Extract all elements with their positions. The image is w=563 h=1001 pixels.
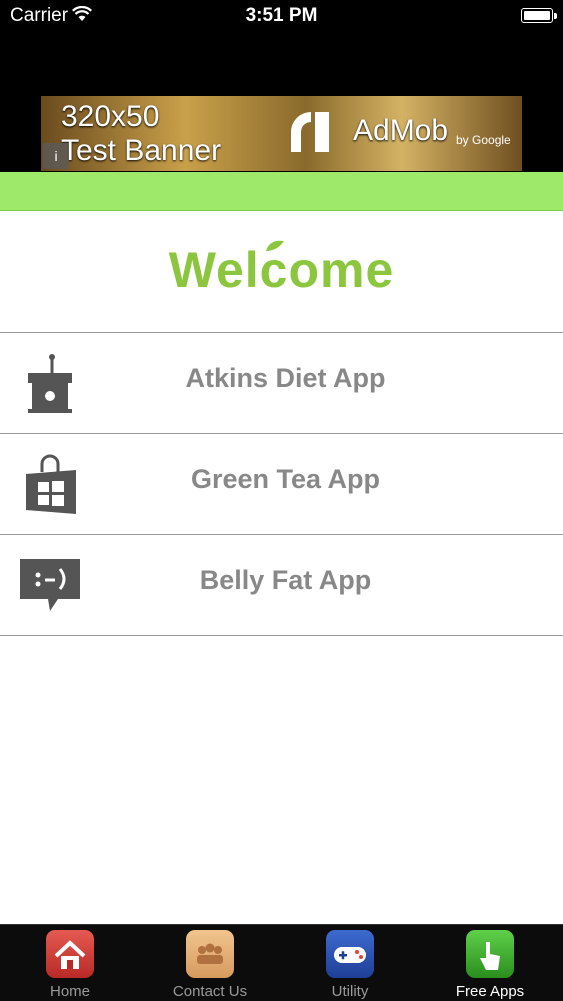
status-time: 3:51 PM	[245, 5, 318, 26]
tab-home[interactable]: Home	[0, 925, 140, 1001]
admob-brand: AdMob	[353, 114, 449, 147]
ad-test-text: Test Banner	[61, 134, 222, 167]
admob-logo-icon	[291, 112, 329, 152]
menu-item-label: Atkins Diet App	[185, 363, 386, 393]
tab-label: Home	[49, 983, 90, 1000]
ad-size-text: 320x50	[61, 100, 160, 133]
menu-item-green-tea[interactable]: Green Tea App	[0, 434, 563, 535]
menu-item-atkins-diet[interactable]: Atkins Diet App	[0, 333, 563, 434]
ad-info-glyph: i	[54, 148, 58, 164]
tab-label: Contact Us	[172, 983, 248, 1000]
admob-byline: by Google	[456, 133, 511, 147]
hand-pointer-icon	[466, 930, 514, 978]
header-accent-bar	[0, 172, 563, 211]
welcome-title: Welcome	[168, 242, 395, 298]
status-bar: Carrier 3:51 PM	[0, 0, 563, 96]
menu-item-label: Belly Fat App	[199, 565, 372, 595]
gamepad-icon	[326, 930, 374, 978]
battery-icon	[521, 8, 557, 23]
tab-free-apps[interactable]: Free Apps	[420, 925, 560, 1001]
house-icon	[46, 930, 94, 978]
tab-utility[interactable]: Utility	[280, 925, 420, 1001]
tab-bar: Home Contact Us Utility Free Apps	[0, 924, 563, 1001]
contacts-group-icon	[186, 930, 234, 978]
tab-label: Utility	[331, 983, 369, 1000]
welcome-banner: Welcome	[0, 211, 563, 333]
tab-label: Free Apps	[455, 983, 525, 1000]
ad-area: 320x50 Test Banner i AdMob by Google	[0, 96, 563, 172]
ad-info-icon[interactable]: i	[43, 143, 69, 169]
menu-item-belly-fat[interactable]: Belly Fat App	[0, 535, 563, 636]
menu-item-label: Green Tea App	[190, 464, 381, 494]
tab-contact-us[interactable]: Contact Us	[140, 925, 280, 1001]
ad-banner[interactable]: 320x50 Test Banner i AdMob by Google	[41, 96, 522, 171]
